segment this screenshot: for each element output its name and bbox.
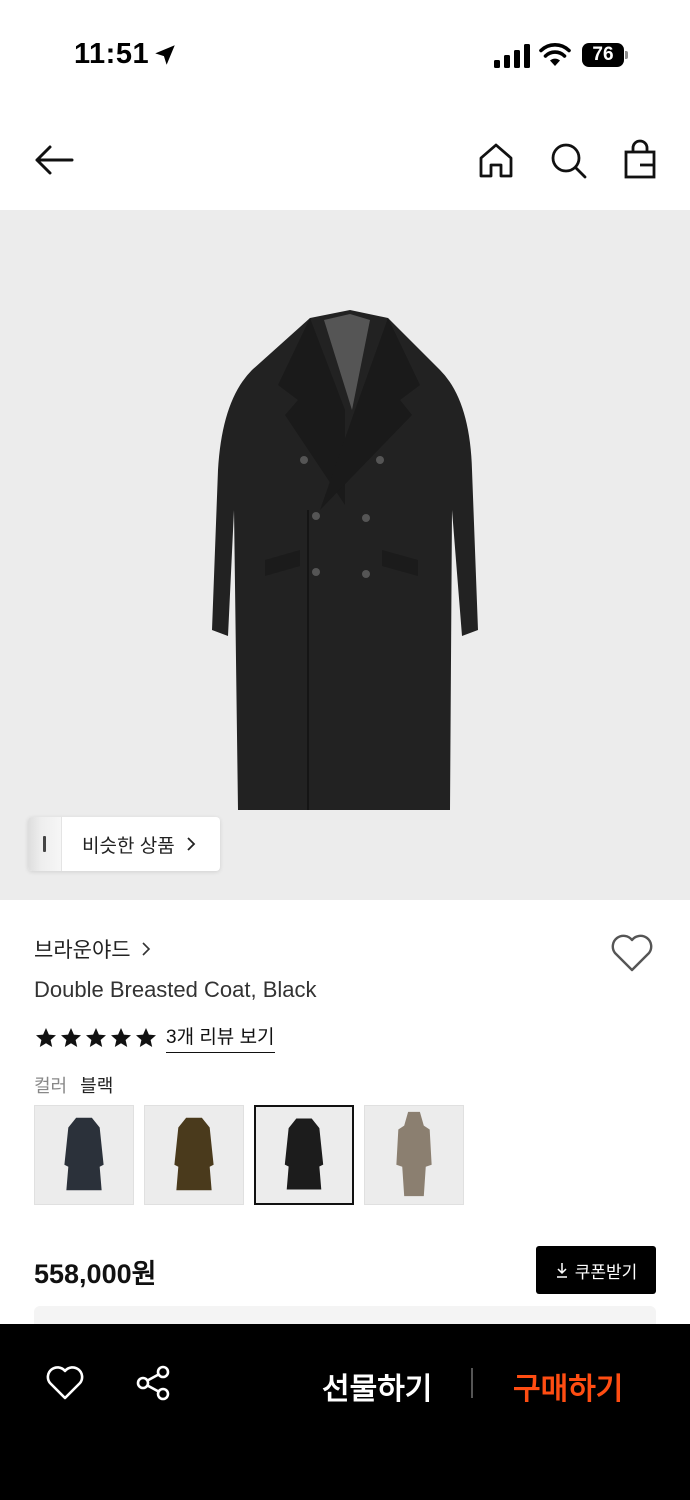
color-row: 컬러 블랙 — [34, 1072, 113, 1098]
rating-row: 3개 리뷰 보기 — [34, 1022, 275, 1053]
download-icon — [556, 1263, 567, 1278]
similar-label: 비슷한 상품 — [82, 835, 175, 857]
color-swatch[interactable] — [254, 1105, 354, 1205]
wifi-icon — [539, 43, 571, 66]
status-time: 11:51 — [74, 38, 150, 70]
heart-icon[interactable] — [610, 933, 654, 973]
swatch-image — [174, 1117, 214, 1191]
status-bar: 11:51 76 — [0, 0, 690, 110]
star-icon — [111, 1027, 131, 1047]
star-icon — [36, 1027, 56, 1047]
swatch-image — [284, 1118, 324, 1190]
color-label: 컬러 — [34, 1076, 68, 1096]
color-swatch[interactable] — [364, 1105, 464, 1205]
battery-cap — [625, 51, 628, 59]
review-link[interactable]: 3개 리뷰 보기 — [166, 1022, 275, 1053]
coupon-button[interactable]: 쿠폰받기 — [536, 1246, 656, 1294]
star-icon — [61, 1027, 81, 1047]
battery-indicator: 76 — [582, 43, 628, 67]
product-title: Double Breasted Coat, Black — [34, 977, 317, 1002]
shopping-bag-icon[interactable] — [618, 138, 662, 182]
chevron-right-icon — [187, 837, 195, 851]
location-arrow-icon — [155, 45, 175, 65]
price: 558,000원 — [34, 1259, 157, 1289]
color-swatch[interactable] — [144, 1105, 244, 1205]
share-icon[interactable] — [134, 1364, 172, 1402]
similar-products-button[interactable]: 비슷한 상품 — [28, 817, 220, 871]
swatch-image — [396, 1111, 432, 1197]
brand-link[interactable]: 브라운야드 — [34, 934, 151, 964]
coat-image — [212, 310, 478, 810]
star-rating — [34, 1026, 158, 1050]
brand-name: 브라운야드 — [34, 939, 131, 962]
search-icon[interactable] — [546, 138, 590, 182]
star-icon — [136, 1027, 156, 1047]
heart-icon[interactable] — [46, 1365, 84, 1401]
bottom-action-bar: 선물하기 구매하기 — [0, 1324, 690, 1500]
similar-thumbnail — [28, 817, 62, 871]
divider — [471, 1368, 473, 1398]
coupon-label: 쿠폰받기 — [574, 1262, 638, 1282]
product-image[interactable]: 비슷한 상품 — [0, 210, 690, 900]
home-icon[interactable] — [474, 138, 518, 182]
arrow-left-icon[interactable] — [32, 138, 76, 182]
top-nav-bar — [0, 110, 690, 210]
chevron-right-icon — [142, 942, 150, 956]
color-value: 블랙 — [80, 1076, 114, 1096]
color-swatches — [34, 1105, 464, 1205]
color-swatch[interactable] — [34, 1105, 134, 1205]
cellular-signal-icon — [494, 44, 530, 68]
star-icon — [86, 1027, 106, 1047]
battery-level: 76 — [582, 43, 624, 67]
swatch-image — [64, 1117, 104, 1191]
buy-button[interactable]: 구매하기 — [513, 1364, 623, 1408]
gift-button[interactable]: 선물하기 — [322, 1364, 432, 1408]
